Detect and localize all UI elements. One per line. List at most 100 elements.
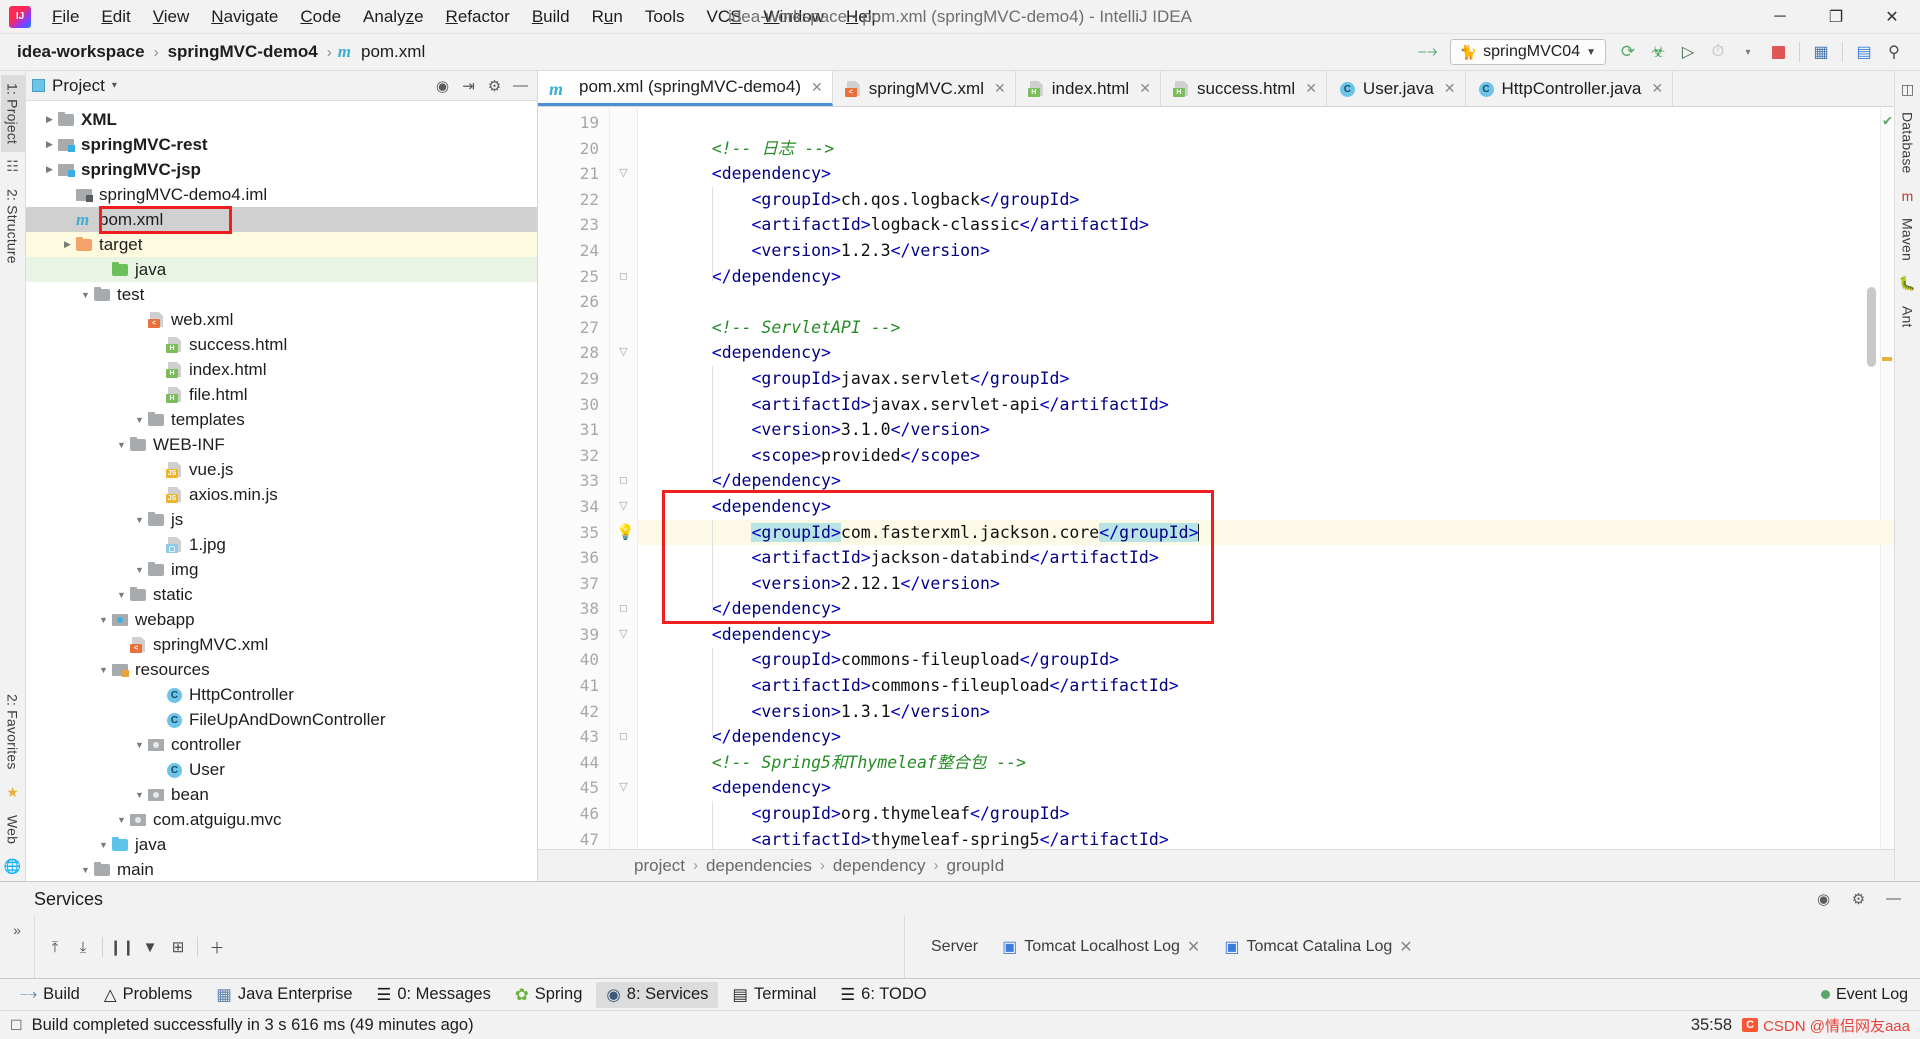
- menu-refactor[interactable]: Refactor: [435, 3, 521, 31]
- code-editor[interactable]: ✔ <!-- 日志 --> <dependency> <groupId>ch.q…: [638, 107, 1894, 849]
- project-tree[interactable]: ▶ XML ▶ springMVC-rest ▶ springMVC-jsp ▶ spring…: [26, 101, 537, 881]
- close-icon[interactable]: ✕: [1651, 80, 1663, 97]
- code-line[interactable]: <dependency>: [638, 161, 1894, 187]
- editor-breadcrumb-item-groupId[interactable]: groupId: [947, 856, 1005, 876]
- minimize-button[interactable]: ─: [1752, 0, 1808, 33]
- tree-expand-arrow-icon[interactable]: ▶: [150, 689, 165, 700]
- close-icon[interactable]: ✕: [1305, 80, 1317, 97]
- close-icon[interactable]: ✕: [1399, 937, 1412, 957]
- tree-node-js[interactable]: ▼ js: [26, 507, 537, 532]
- tree-expand-arrow-icon[interactable]: ▶: [60, 189, 75, 200]
- tree-node-web-inf[interactable]: ▼ WEB-INF: [26, 432, 537, 457]
- menu-bar[interactable]: File Edit View Navigate Code Analyze Ref…: [41, 3, 892, 31]
- code-line[interactable]: [638, 289, 1894, 315]
- tree-expand-arrow-icon[interactable]: ▼: [132, 565, 147, 575]
- code-line[interactable]: </dependency>: [638, 724, 1894, 750]
- run-with-coverage-icon[interactable]: ▷: [1674, 39, 1702, 65]
- fold-toggle-icon[interactable]: ◻: [610, 468, 637, 494]
- code-line[interactable]: [638, 110, 1894, 136]
- tree-expand-arrow-icon[interactable]: ▶: [150, 364, 165, 375]
- tree-expand-arrow-icon[interactable]: ▶: [150, 339, 165, 350]
- close-icon[interactable]: ✕: [994, 80, 1006, 97]
- tool-tab-build[interactable]: ⤍ Build: [10, 982, 90, 1007]
- tree-node-bean[interactable]: ▼ bean: [26, 782, 537, 807]
- tree-node-web-xml[interactable]: ▶< web.xml: [26, 307, 537, 332]
- tree-node-com-atguigu-mvc[interactable]: ▼ com.atguigu.mvc: [26, 807, 537, 832]
- breadcrumb-item-file[interactable]: pom.xml: [358, 41, 428, 63]
- tree-node-templates[interactable]: ▼ templates: [26, 407, 537, 432]
- rail-tab-database[interactable]: Database: [1896, 104, 1920, 182]
- menu-run[interactable]: Run: [581, 3, 634, 31]
- gear-icon[interactable]: ⚙: [1848, 890, 1869, 908]
- code-line[interactable]: <groupId>org.thymeleaf</groupId>: [638, 801, 1894, 827]
- profiler-dropdown-icon[interactable]: ▾: [1734, 39, 1762, 65]
- tool-tab-messages[interactable]: ☰ 0: Messages: [367, 982, 501, 1008]
- code-line[interactable]: <!-- 日志 -->: [638, 136, 1894, 162]
- tree-expand-arrow-icon[interactable]: ▶: [60, 239, 75, 250]
- tree-expand-arrow-icon[interactable]: ▶: [150, 464, 165, 475]
- tool-tab-todo[interactable]: ☰ 6: TODO: [830, 982, 936, 1008]
- debug-icon[interactable]: ☣: [1644, 39, 1672, 65]
- tree-expand-arrow-icon[interactable]: ▼: [96, 840, 111, 850]
- tree-expand-arrow-icon[interactable]: ▶: [42, 139, 57, 150]
- maximize-button[interactable]: ❐: [1808, 0, 1864, 33]
- tool-window-strip[interactable]: ⤍ Build △ Problems ▦ Java Enterprise ☰ 0…: [0, 978, 1920, 1010]
- chevron-down-icon[interactable]: ▾: [112, 80, 117, 91]
- expand-all-icon[interactable]: ⤒: [41, 934, 69, 960]
- code-line[interactable]: <scope>provided</scope>: [638, 443, 1894, 469]
- tree-node-pom-xml[interactable]: ▶ pom.xml: [26, 207, 537, 232]
- fold-toggle-icon[interactable]: ◻: [610, 264, 637, 290]
- fold-toggle-icon[interactable]: ◻: [610, 596, 637, 622]
- tree-node-java[interactable]: ▶ java: [26, 257, 537, 282]
- close-icon[interactable]: ✕: [1187, 937, 1200, 957]
- hide-panel-icon[interactable]: —: [1883, 890, 1904, 908]
- code-line[interactable]: <artifactId>commons-fileupload</artifact…: [638, 673, 1894, 699]
- right-tool-rail[interactable]: ◫ Database m Maven 🐛 Ant: [1894, 71, 1920, 881]
- tree-expand-arrow-icon[interactable]: ▼: [114, 440, 129, 450]
- services-tab-tomcat-catalina[interactable]: ▣ Tomcat Catalina Log ✕: [1224, 937, 1412, 957]
- editor-breadcrumb-item-project[interactable]: project: [634, 856, 685, 876]
- code-line[interactable]: <!-- Spring5和Thymeleaf整合包 -->: [638, 750, 1894, 776]
- tree-expand-arrow-icon[interactable]: ▶: [150, 539, 165, 550]
- fold-toggle-icon[interactable]: ▽: [610, 161, 637, 187]
- rail-tab-structure[interactable]: 2: Structure: [1, 181, 25, 272]
- breadcrumb-item-module[interactable]: springMVC-demo4: [165, 41, 321, 63]
- code-line[interactable]: <artifactId>jackson-databind</artifactId…: [638, 545, 1894, 571]
- editor-tab-index-html[interactable]: Hindex.html ✕: [1016, 71, 1161, 106]
- event-log-button[interactable]: Event Log: [1820, 986, 1908, 1004]
- tool-tab-services[interactable]: ◉ 8: Services: [596, 981, 719, 1008]
- tree-expand-arrow-icon[interactable]: ▶: [96, 264, 111, 275]
- update-project-icon[interactable]: ▤: [1850, 39, 1878, 65]
- fold-toggle-icon[interactable]: ▽: [610, 775, 637, 801]
- add-group-icon[interactable]: ⊞: [164, 934, 192, 960]
- tree-node-target[interactable]: ▶ target: [26, 232, 537, 257]
- menu-file[interactable]: File: [41, 3, 90, 31]
- editor-vertical-scrollbar[interactable]: [1867, 287, 1876, 367]
- locate-icon[interactable]: ◉: [432, 77, 453, 95]
- tree-expand-arrow-icon[interactable]: ▶: [150, 764, 165, 775]
- rail-tab-favorites[interactable]: 2: Favorites: [1, 686, 25, 778]
- code-line[interactable]: <dependency>: [638, 340, 1894, 366]
- menu-edit[interactable]: Edit: [90, 3, 141, 31]
- tree-expand-arrow-icon[interactable]: ▶: [60, 214, 75, 225]
- tree-node-main[interactable]: ▼ main: [26, 857, 537, 881]
- close-icon[interactable]: ✕: [811, 79, 823, 96]
- services-tabs[interactable]: Server ▣ Tomcat Localhost Log ✕ ▣ Tomcat…: [905, 916, 1920, 978]
- menu-build[interactable]: Build: [521, 3, 581, 31]
- editor-tab-httpcontroller-java[interactable]: HttpController.java ✕: [1466, 71, 1674, 106]
- menu-navigate[interactable]: Navigate: [200, 3, 289, 31]
- tree-expand-arrow-icon[interactable]: ▶: [42, 164, 57, 175]
- tree-expand-arrow-icon[interactable]: ▼: [132, 515, 147, 525]
- chevron-down-icon[interactable]: ▼: [1586, 47, 1596, 58]
- tree-node-img[interactable]: ▼ img: [26, 557, 537, 582]
- breadcrumb-item-workspace[interactable]: idea-workspace: [14, 41, 148, 63]
- editor-tab-success-html[interactable]: Hsuccess.html ✕: [1161, 71, 1327, 106]
- editor-tab-springmvc-xml[interactable]: < springMVC.xml ✕: [833, 71, 1016, 106]
- editor-tab-user-java[interactable]: User.java ✕: [1327, 71, 1466, 106]
- menu-help[interactable]: Help: [835, 3, 892, 31]
- breadcrumb[interactable]: idea-workspace › springMVC-demo4 › m pom…: [0, 41, 428, 63]
- tree-node-java[interactable]: ▼ java: [26, 832, 537, 857]
- tool-tab-terminal[interactable]: ▤ Terminal: [722, 982, 826, 1008]
- tool-tab-spring[interactable]: ✿ Spring: [505, 982, 593, 1008]
- code-line[interactable]: <groupId>commons-fileupload</groupId>: [638, 647, 1894, 673]
